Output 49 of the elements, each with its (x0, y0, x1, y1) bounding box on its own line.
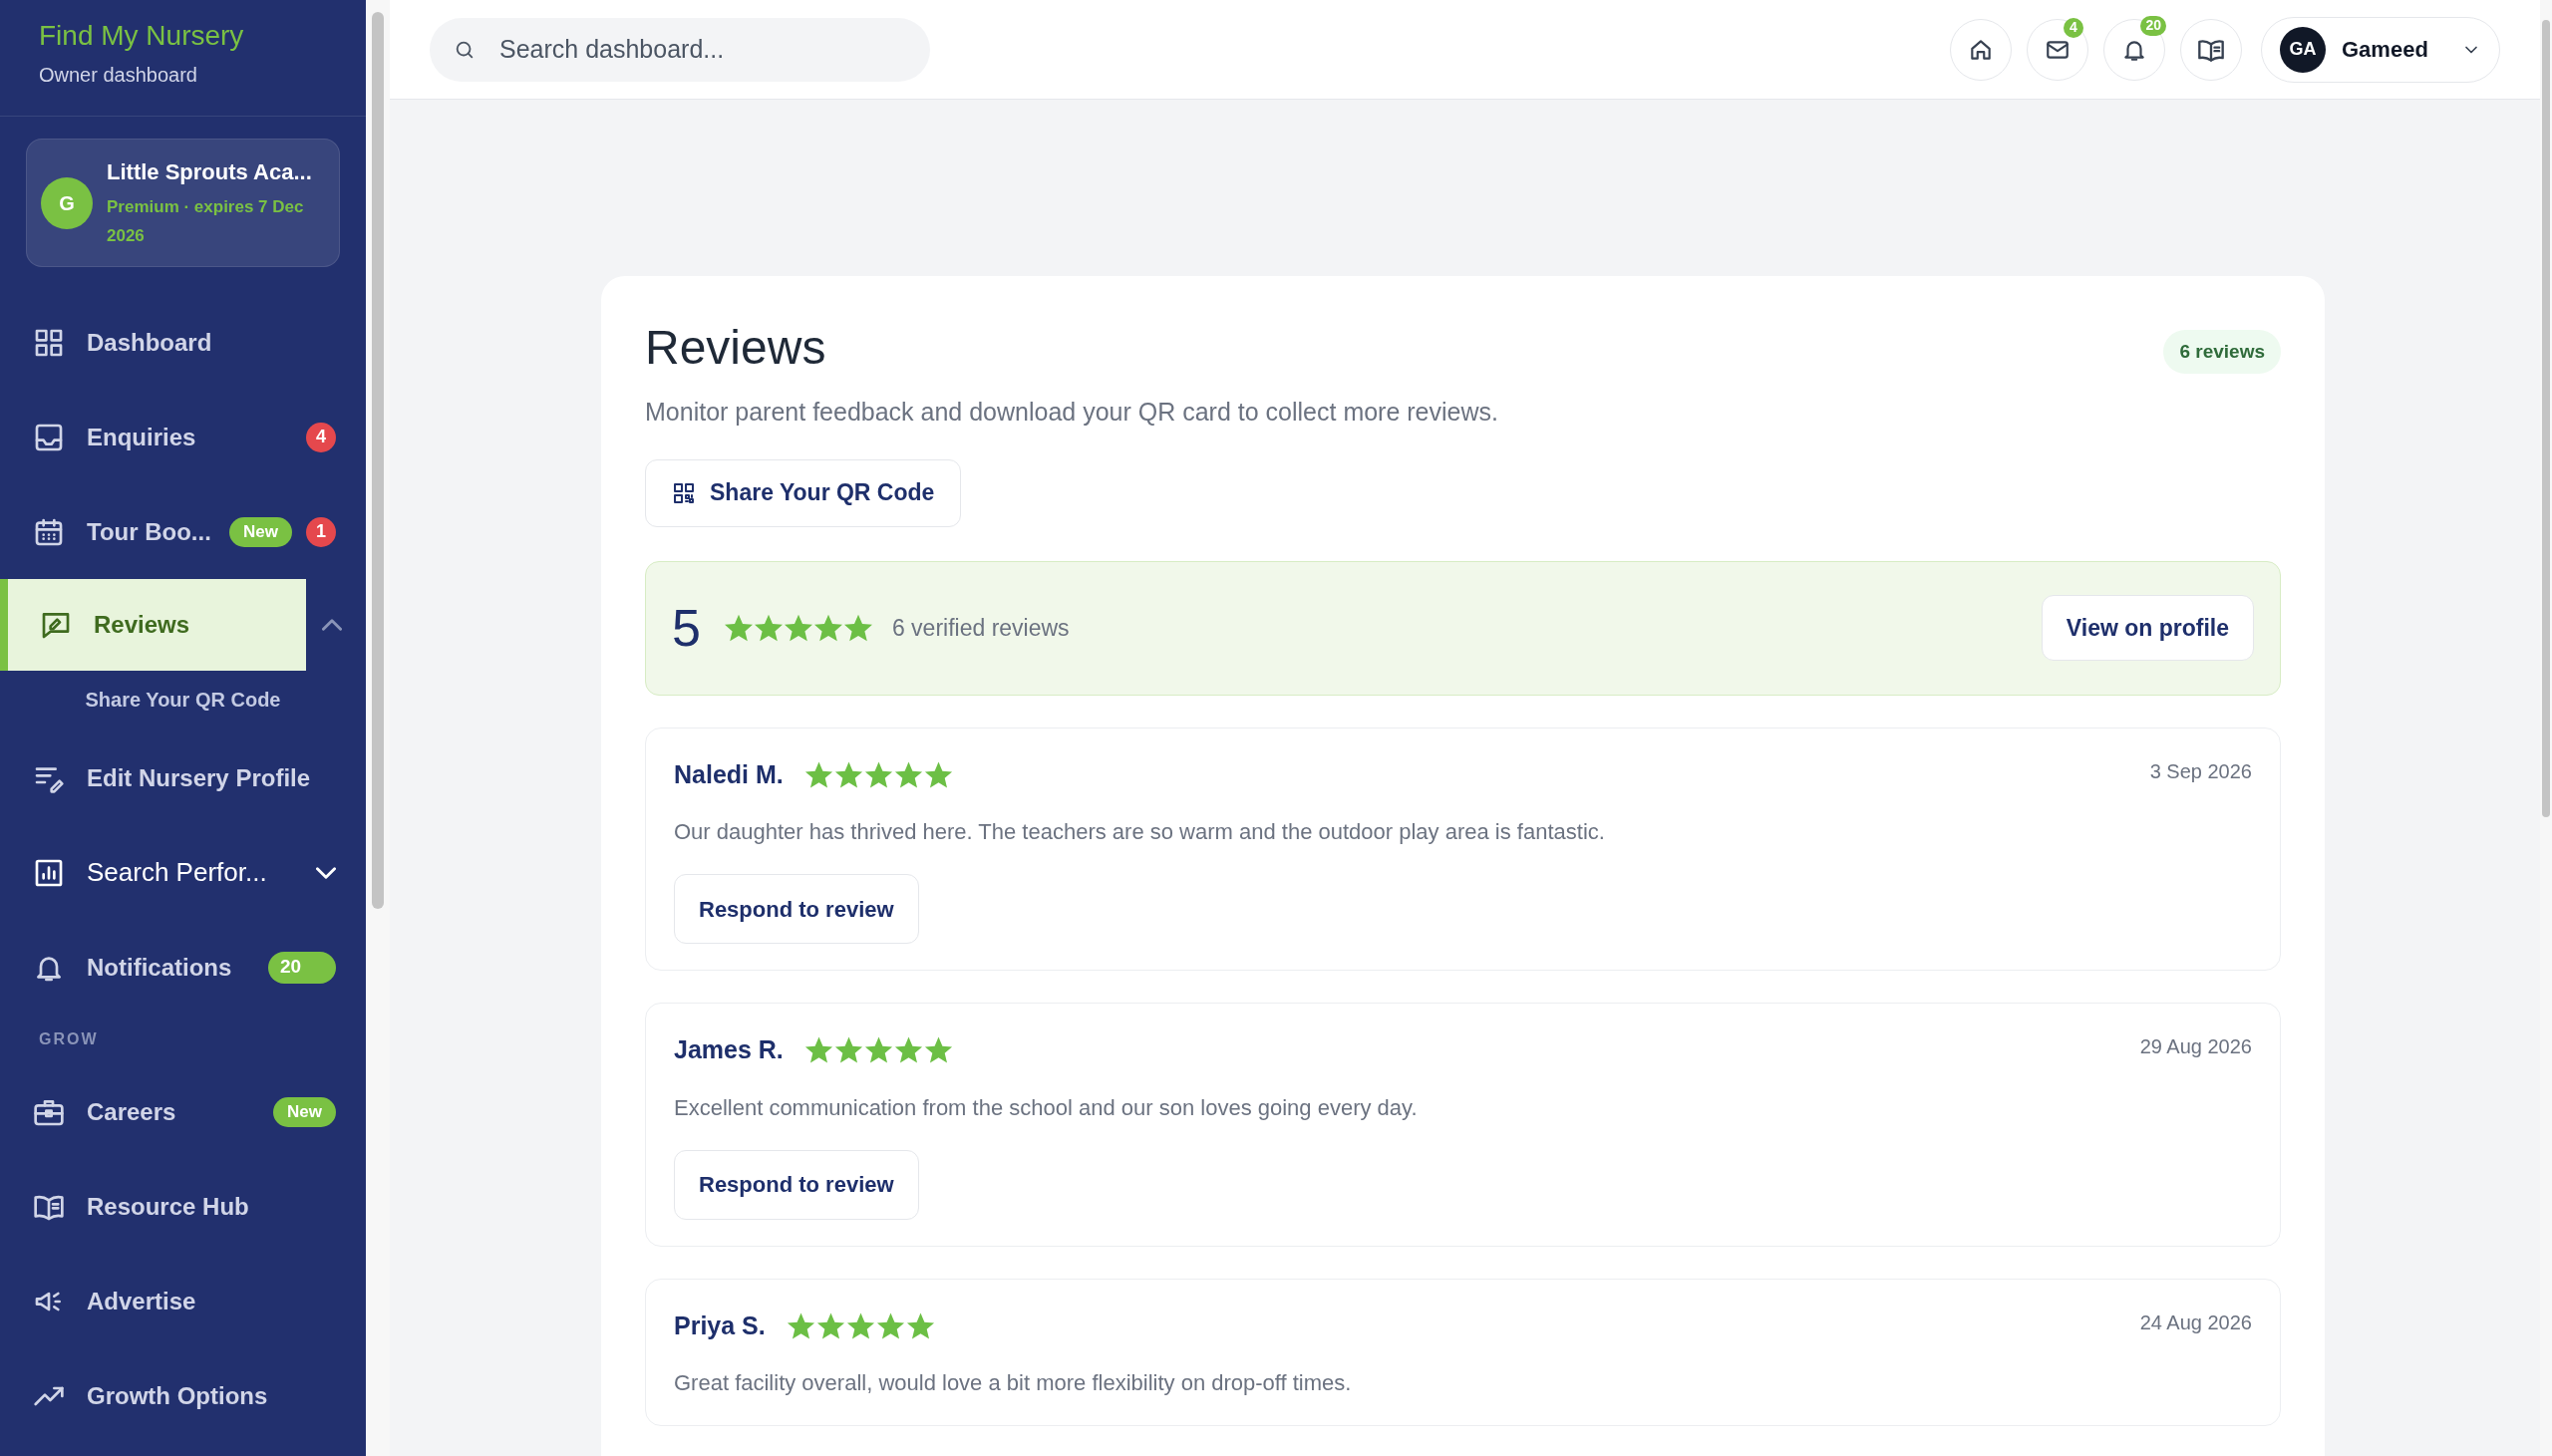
search-field[interactable]: Search dashboard... (430, 17, 930, 82)
review-date: 29 Aug 2026 (2139, 1034, 2252, 1059)
respond-button[interactable]: Respond to review (674, 874, 919, 944)
nav-item[interactable]: Edit Nursery Profile (0, 731, 366, 824)
review-text: Great facility overall, would love a bit more flexibility on drop-off times. (674, 1369, 1353, 1397)
nav-item[interactable]: Careers New (0, 1065, 366, 1158)
brand-name: Find My Nursery (39, 19, 245, 53)
nav-item[interactable]: Notifications 20 (0, 921, 366, 1014)
section-heading: GROW (38, 1029, 100, 1049)
review-text: Our daughter has thrived here. The teachers are so warm and the outdoor play area is fantastic. (674, 818, 1606, 846)
share-qr-button[interactable]: Share Your QR Code (645, 458, 962, 527)
nav-subitem[interactable]: Share Your QR Code (0, 671, 366, 728)
count-badge: 20 (268, 951, 336, 984)
page-description: Monitor parent feedback and download your QR card to collect more reviews. (645, 397, 1499, 428)
reviewer-name: James R. (674, 1034, 784, 1065)
brand-subtitle: Owner dashboard (39, 63, 198, 88)
plan-text: Premium · expires 7 Dec 2026 (107, 196, 305, 247)
nursery-name: Little Sprouts Aca... (107, 158, 313, 186)
count-badge: 1 (306, 516, 336, 547)
view-profile-button[interactable]: View on profile (2041, 595, 2254, 661)
reviewer-name: Naledi M. (674, 758, 784, 790)
new-badge: New (273, 1096, 336, 1127)
nav-item[interactable]: Growth Options (0, 1349, 366, 1442)
count-badge: 20 (2140, 15, 2166, 36)
scrollbar[interactable] (2542, 20, 2550, 817)
average-score: 5 (672, 598, 701, 659)
count-badge: 4 (306, 422, 336, 452)
review-date: 3 Sep 2026 (2149, 758, 2252, 784)
scrollbar[interactable] (372, 12, 384, 909)
nav-item[interactable]: Dashboard (0, 296, 366, 389)
respond-button[interactable]: Respond to review (674, 1149, 919, 1220)
account-card[interactable]: G Little Sprouts Aca... Premium · expires 7 Dec 2026 (26, 139, 340, 267)
nav-item[interactable]: Search Perfor... (0, 826, 366, 919)
review-text: Excellent communication from the school and our son loves going every day. (674, 1093, 1419, 1122)
avatar: G (41, 176, 93, 229)
nav-item[interactable]: Tour Boo... New 1 (0, 485, 366, 578)
reviewer-name: Priya S. (674, 1310, 766, 1341)
qr-code-icon (672, 480, 696, 505)
review-date: 24 Aug 2026 (2139, 1310, 2252, 1335)
nav-item[interactable]: Resource Hub (0, 1160, 366, 1253)
page-title: Reviews (645, 320, 826, 376)
new-badge: New (229, 516, 292, 547)
count-badge: 4 (2064, 17, 2083, 38)
count-badge: 6 reviews (2163, 330, 2281, 374)
nav-item[interactable]: Reviews (0, 579, 306, 671)
avatar: GA (2280, 26, 2326, 73)
nav-item[interactable]: Enquiries 4 (0, 391, 366, 483)
review-count: 6 verified reviews (891, 613, 1070, 643)
nav-item[interactable]: Advertise (0, 1255, 366, 1347)
